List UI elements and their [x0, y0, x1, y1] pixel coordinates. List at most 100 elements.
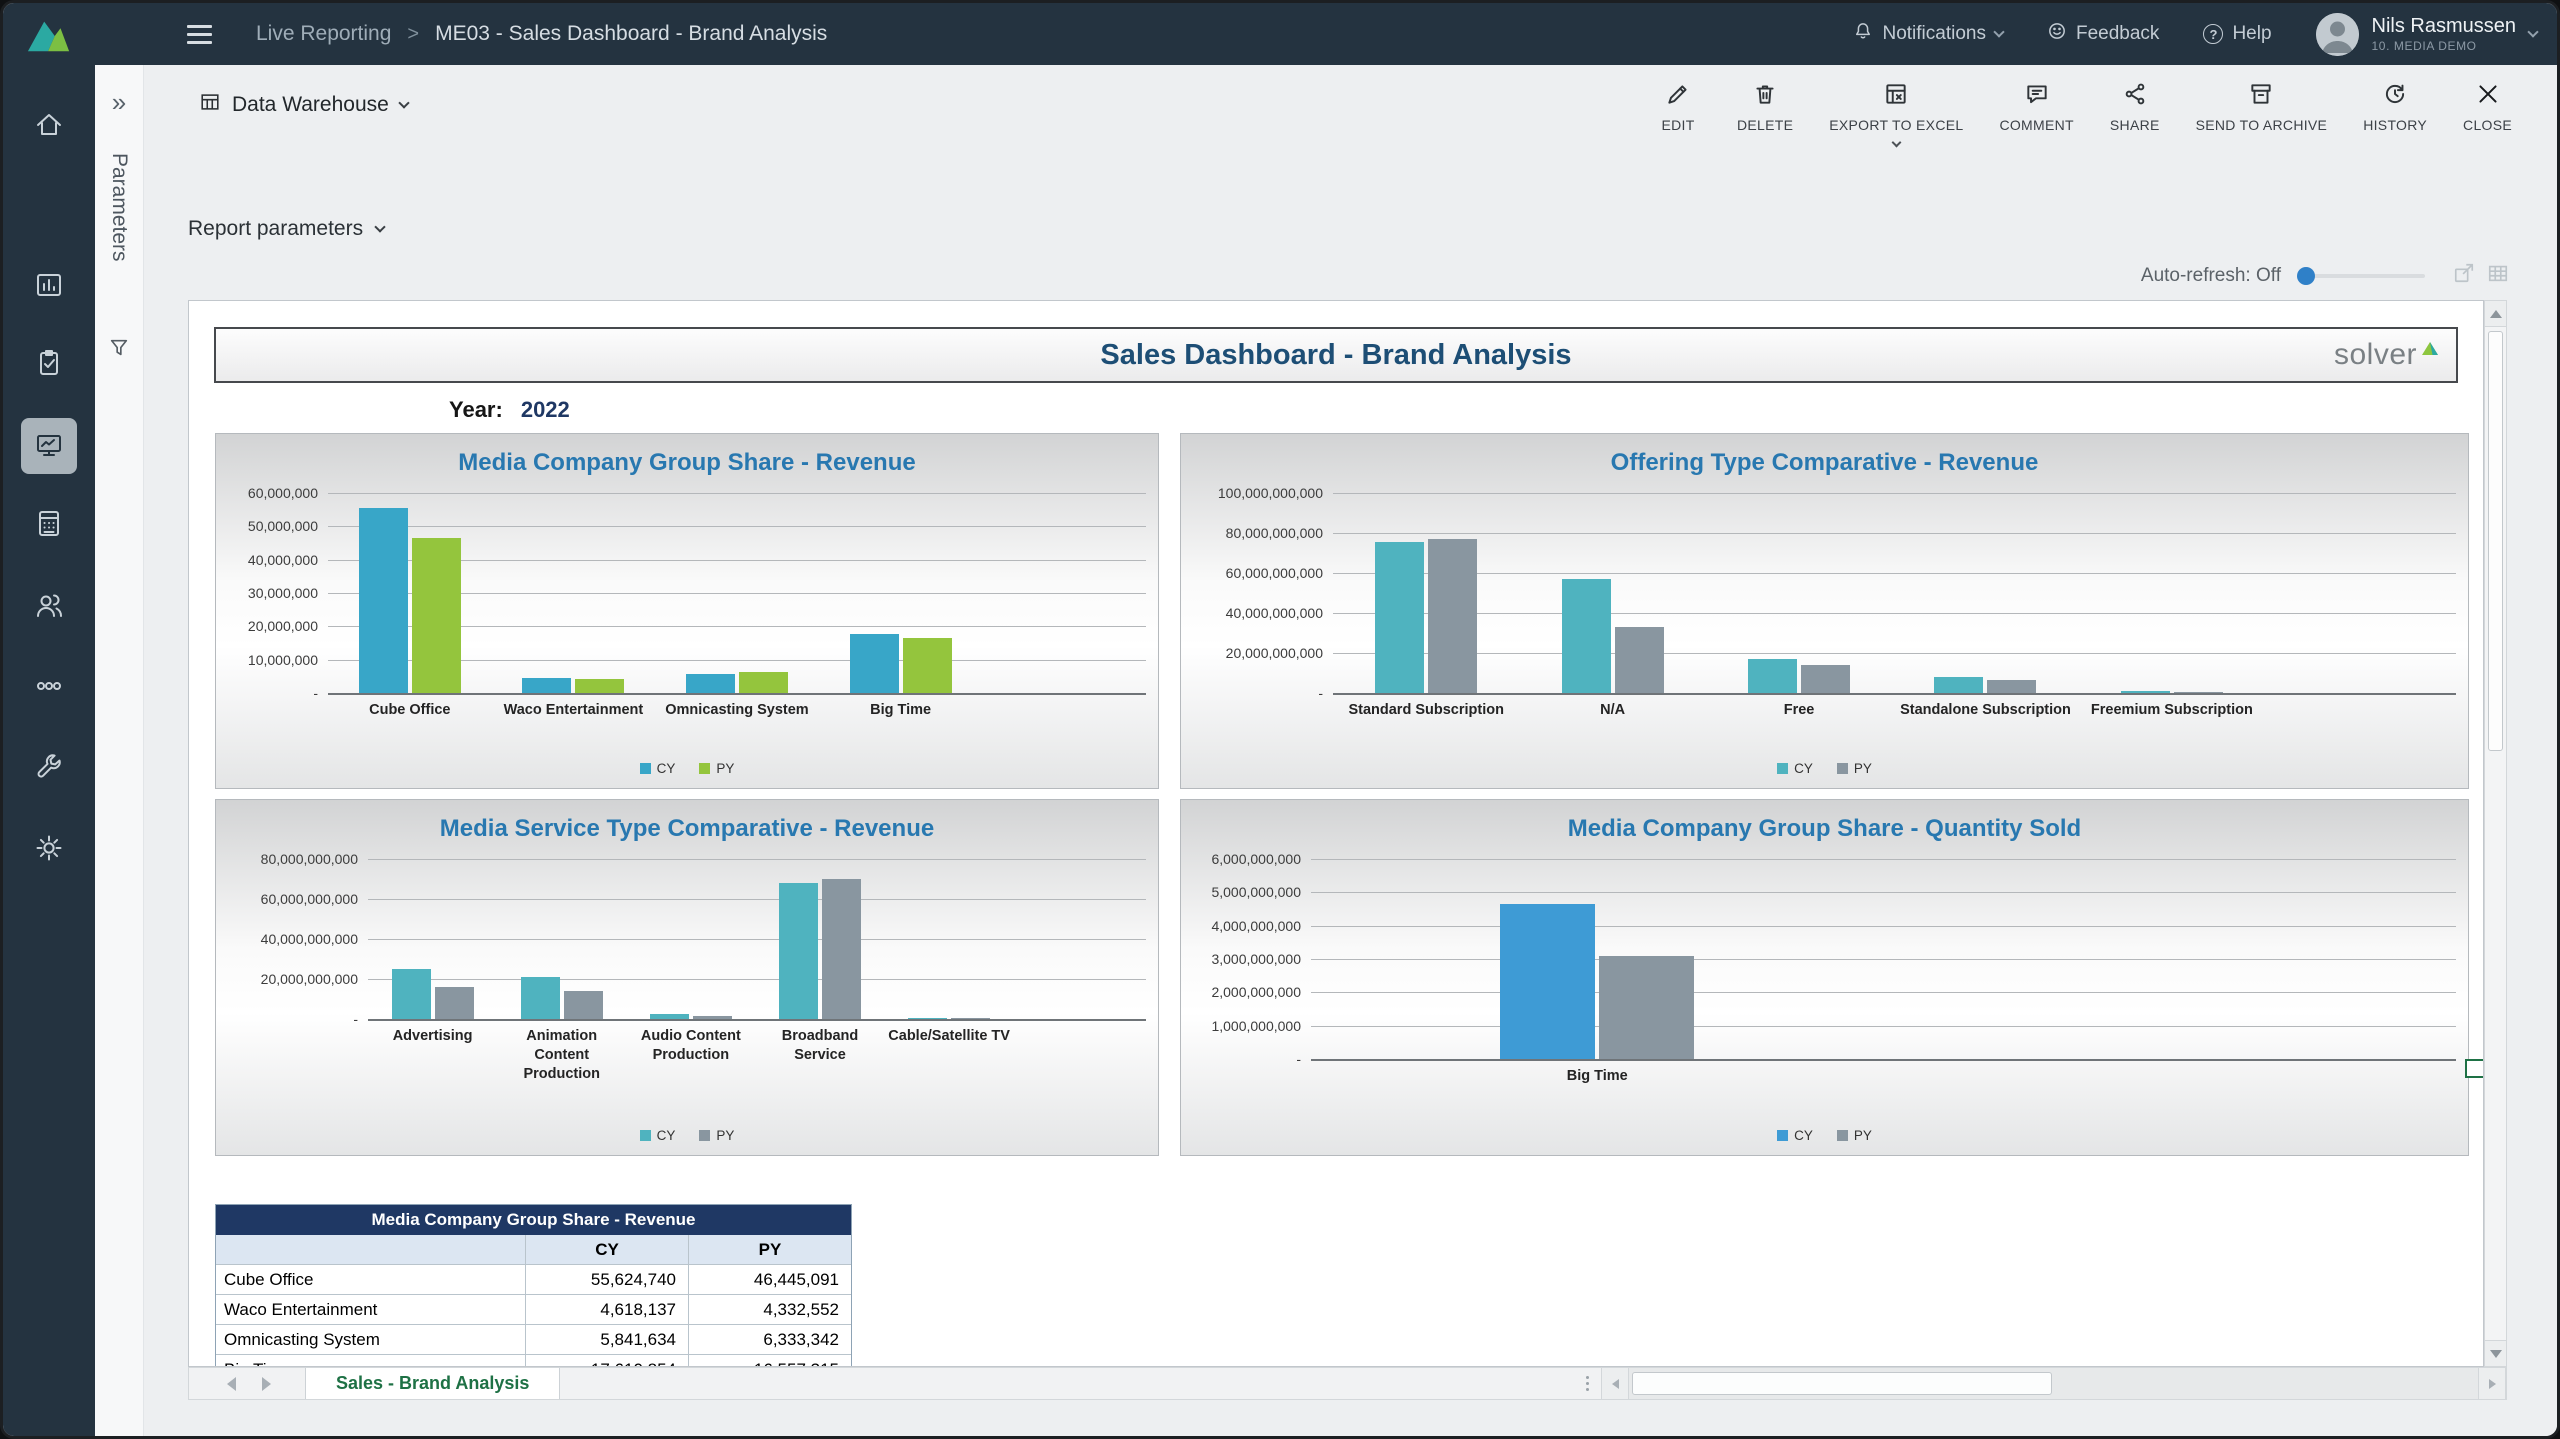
export-to-excel-button[interactable]: EXPORT TO EXCEL	[1829, 81, 1963, 146]
y-tick-label: 30,000,000	[248, 585, 318, 601]
horizontal-scroll-thumb[interactable]	[1632, 1372, 2052, 1395]
sidebar-item-tasks[interactable]	[21, 336, 77, 392]
chart-panel-offering-type: Offering Type Comparative - Revenue 100,…	[1180, 433, 2469, 789]
expand-view-icon[interactable]	[2453, 262, 2475, 290]
plot-area	[1333, 493, 2456, 693]
feedback-label: Feedback	[2076, 23, 2159, 45]
breadcrumb-live-reporting[interactable]: Live Reporting	[256, 22, 391, 46]
horizontal-scroll-track[interactable]	[1629, 1368, 2478, 1399]
help-button[interactable]: ? Help	[2203, 23, 2271, 45]
edit-label: EDIT	[1661, 117, 1694, 133]
table-cell: 46,445,091	[689, 1265, 851, 1294]
category-label: Standard Subscription	[1333, 693, 1519, 720]
bar-py	[739, 672, 788, 693]
scroll-down-button[interactable]	[2485, 1340, 2506, 1366]
table-row: Waco Entertainment4,618,1374,332,552	[216, 1295, 851, 1325]
bar-cy	[1375, 542, 1424, 693]
scroll-right-button[interactable]	[2478, 1368, 2506, 1399]
previous-sheet-button[interactable]	[227, 1377, 236, 1391]
bar-cy	[1934, 677, 1983, 693]
sidebar-item-live-reporting[interactable]	[21, 418, 77, 474]
legend-swatch	[1777, 1130, 1788, 1141]
vertical-scrollbar[interactable]	[2484, 300, 2507, 1367]
legend-label: PY	[716, 761, 734, 776]
expand-parameters-button[interactable]: »	[112, 87, 126, 118]
auto-refresh-slider[interactable]	[2297, 274, 2425, 278]
export-label: EXPORT TO EXCEL	[1829, 117, 1963, 133]
app-logo[interactable]	[26, 15, 72, 60]
help-label: Help	[2232, 23, 2271, 45]
report-title-box: Sales Dashboard - Brand Analysis solver	[214, 327, 2458, 383]
report-parameters-toggle[interactable]: Report parameters	[188, 217, 384, 241]
y-tick-label: 1,000,000,000	[1211, 1018, 1301, 1034]
sidebar-item-tools[interactable]	[21, 741, 77, 797]
triangle-left-icon	[1612, 1379, 1619, 1389]
next-sheet-button[interactable]	[262, 1377, 271, 1391]
y-tick-label: 40,000,000,000	[261, 931, 358, 947]
share-button[interactable]: SHARE	[2110, 81, 2160, 133]
horizontal-scrollbar[interactable]	[1601, 1368, 2506, 1399]
filter-icon[interactable]	[108, 337, 130, 364]
y-tick-label: 3,000,000,000	[1211, 951, 1301, 967]
y-tick-label: 80,000,000,000	[261, 851, 358, 867]
sheet-navigation	[227, 1377, 271, 1391]
sidebar-item-home[interactable]	[21, 97, 77, 153]
solver-logo: solver	[2334, 340, 2440, 370]
delete-button[interactable]: DELETE	[1737, 81, 1793, 133]
sidebar-item-budgeting[interactable]	[21, 496, 77, 552]
legend-label: CY	[657, 761, 676, 776]
bar-group	[1311, 859, 1884, 1059]
trash-icon	[1752, 81, 1778, 110]
edit-button[interactable]: EDIT	[1655, 81, 1701, 133]
chevron-down-icon[interactable]	[1891, 138, 1901, 148]
triangle-down-icon	[2490, 1350, 2502, 1358]
scroll-up-button[interactable]	[2485, 301, 2506, 327]
calculator-icon	[33, 507, 65, 542]
year-label: Year:	[449, 397, 503, 423]
sidebar-item-settings[interactable]	[21, 821, 77, 877]
category-axis: Big Time	[1311, 1059, 1884, 1086]
category-label: Audio Content Production	[626, 1019, 755, 1084]
user-name: Nils Rasmussen	[2372, 16, 2516, 37]
chart-panel-service-type: Media Service Type Comparative - Revenue…	[215, 799, 1159, 1156]
category-axis: Standard SubscriptionN/AFreeStandalone S…	[1333, 693, 2265, 720]
breadcrumb: Live Reporting > ME03 - Sales Dashboard …	[256, 22, 827, 46]
notifications-button[interactable]: Notifications	[1853, 21, 2003, 47]
category-label: Big Time	[1311, 1059, 1884, 1086]
scroll-left-button[interactable]	[1601, 1368, 1629, 1399]
vertical-scroll-thumb[interactable]	[2488, 331, 2503, 751]
tab-splitter-handle[interactable]	[1586, 1376, 1589, 1391]
topbar: Live Reporting > ME03 - Sales Dashboard …	[95, 3, 2557, 65]
sidebar-item-users[interactable]	[21, 578, 77, 634]
category-axis: AdvertisingAnimation Content ProductionA…	[368, 1019, 1014, 1084]
menu-button[interactable]	[187, 25, 212, 44]
slider-knob[interactable]	[2297, 267, 2315, 285]
user-menu[interactable]: Nils Rasmussen 10. Media Demo	[2316, 13, 2537, 56]
bar-py	[564, 991, 603, 1019]
table-cell: Big Time	[216, 1355, 526, 1367]
sidebar-item-reports[interactable]	[21, 258, 77, 314]
user-info: Nils Rasmussen 10. Media Demo	[2372, 16, 2516, 53]
database-icon	[199, 91, 221, 119]
report-canvas: Sales Dashboard - Brand Analysis solver …	[188, 300, 2484, 1367]
legend-item: PY	[1837, 761, 1872, 776]
y-tick-label: 60,000,000	[248, 485, 318, 501]
y-tick-label: 60,000,000,000	[1226, 565, 1323, 581]
sheet-tab[interactable]: Sales - Brand Analysis	[305, 1368, 560, 1399]
grid-view-icon[interactable]	[2487, 262, 2509, 290]
gridline	[368, 1019, 1146, 1021]
comment-icon	[2024, 81, 2050, 110]
y-tick-label: 100,000,000,000	[1218, 485, 1323, 501]
history-button[interactable]: HISTORY	[2363, 81, 2427, 133]
y-tick-label: -	[313, 685, 318, 701]
main-content: Data Warehouse EDIT DELETE EXPORT TO EXC…	[144, 65, 2557, 1436]
data-source-selector[interactable]: Data Warehouse	[199, 91, 408, 119]
comment-button[interactable]: COMMENT	[1999, 81, 2073, 133]
y-axis: 100,000,000,00080,000,000,00060,000,000,…	[1181, 493, 1333, 693]
feedback-button[interactable]: Feedback	[2047, 21, 2159, 47]
sidebar-item-integrations[interactable]	[21, 659, 77, 715]
table-row: Omnicasting System5,841,6346,333,342	[216, 1325, 851, 1355]
close-button[interactable]: CLOSE	[2463, 81, 2512, 133]
smiley-icon	[2047, 21, 2067, 47]
send-to-archive-button[interactable]: SEND TO ARCHIVE	[2196, 81, 2328, 133]
